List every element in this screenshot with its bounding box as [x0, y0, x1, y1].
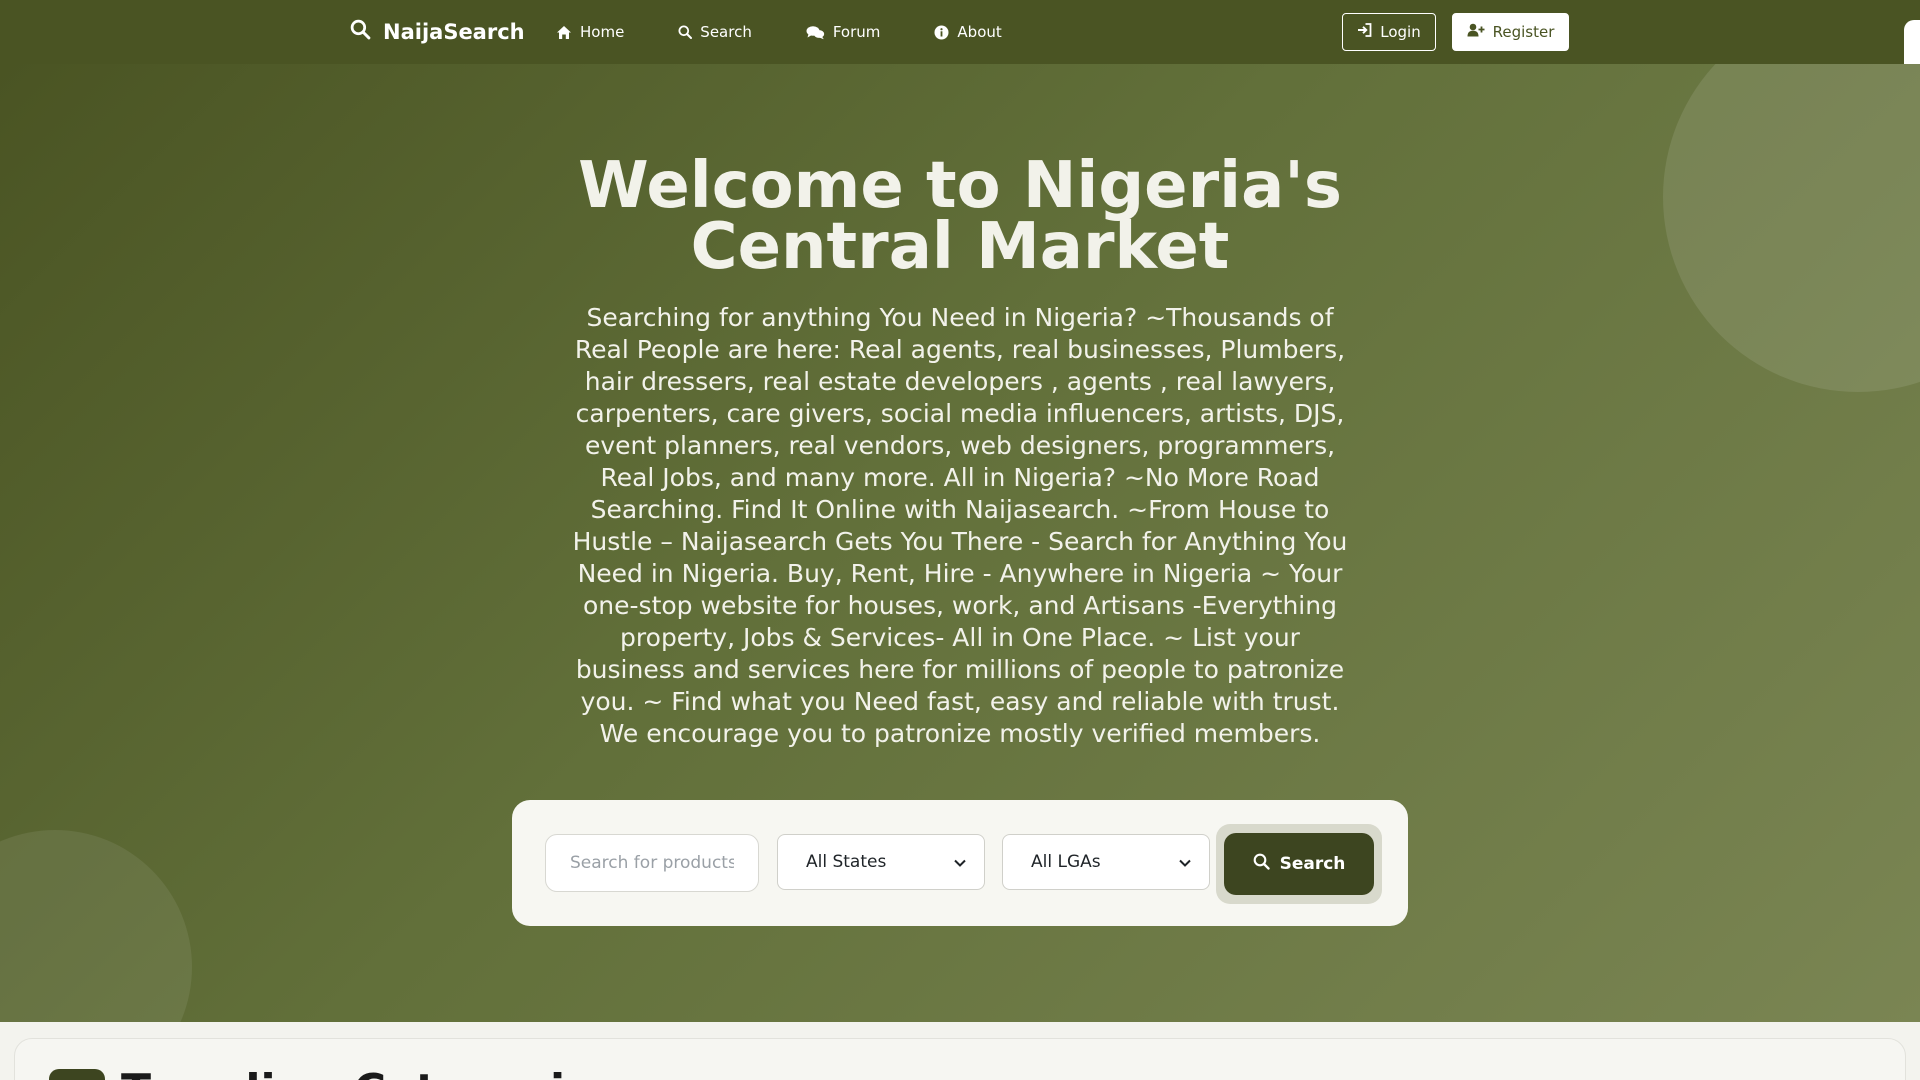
search-button-label: Search [1279, 854, 1346, 874]
lga-select[interactable]: All LGAs [1002, 834, 1210, 890]
login-button[interactable]: Login [1342, 13, 1436, 51]
state-select[interactable]: All States [777, 834, 985, 890]
search-icon [350, 19, 371, 45]
login-label: Login [1380, 23, 1421, 41]
search-button[interactable]: Search [1224, 833, 1374, 895]
nav-home[interactable]: Home [556, 23, 624, 41]
trending-icon [49, 1069, 105, 1080]
search-input[interactable] [545, 834, 759, 892]
search-icon [678, 25, 693, 39]
nav-search-label: Search [700, 23, 752, 41]
nav-about-label: About [957, 23, 1002, 41]
nav-about[interactable]: About [934, 23, 1002, 41]
top-navbar: NaijaSearch Home Search Forum About Logi… [0, 0, 1920, 89]
auth-buttons: Login Register [1342, 13, 1569, 51]
chevron-down-icon [954, 852, 966, 872]
user-plus-icon [1467, 23, 1485, 41]
hero-description: Searching for anything You Need in Niger… [572, 303, 1348, 748]
chevron-down-icon [1179, 852, 1191, 872]
search-button-focus-ring: Search [1216, 824, 1382, 904]
search-card: All States All LGAs Search [512, 800, 1408, 926]
state-select-value: All States [806, 852, 887, 872]
info-icon [934, 25, 949, 40]
nav-search[interactable]: Search [678, 23, 752, 41]
nav-menu: Home Search Forum About [556, 0, 1056, 64]
register-label: Register [1492, 23, 1555, 41]
brand-logo[interactable]: NaijaSearch [350, 0, 525, 64]
sign-in-icon [1357, 23, 1372, 41]
nav-home-label: Home [580, 23, 625, 41]
trending-title: Trending Categories [121, 1065, 621, 1080]
nav-forum[interactable]: Forum [806, 23, 881, 41]
lga-select-value: All LGAs [1031, 852, 1101, 872]
brand-name: NaijaSearch [383, 20, 525, 44]
search-icon [1253, 853, 1270, 875]
trending-categories-section: Trending Categories [14, 1038, 1906, 1080]
nav-forum-label: Forum [832, 23, 881, 41]
comments-icon [806, 25, 825, 40]
decorative-circle [1663, 64, 1920, 392]
home-icon [556, 25, 572, 40]
register-button[interactable]: Register [1452, 13, 1569, 51]
hero-section: Welcome to Nigeria's Central Market Sear… [0, 64, 1920, 1022]
decorative-circle [0, 830, 192, 1022]
hero-title: Welcome to Nigeria's Central Market [578, 149, 1342, 284]
